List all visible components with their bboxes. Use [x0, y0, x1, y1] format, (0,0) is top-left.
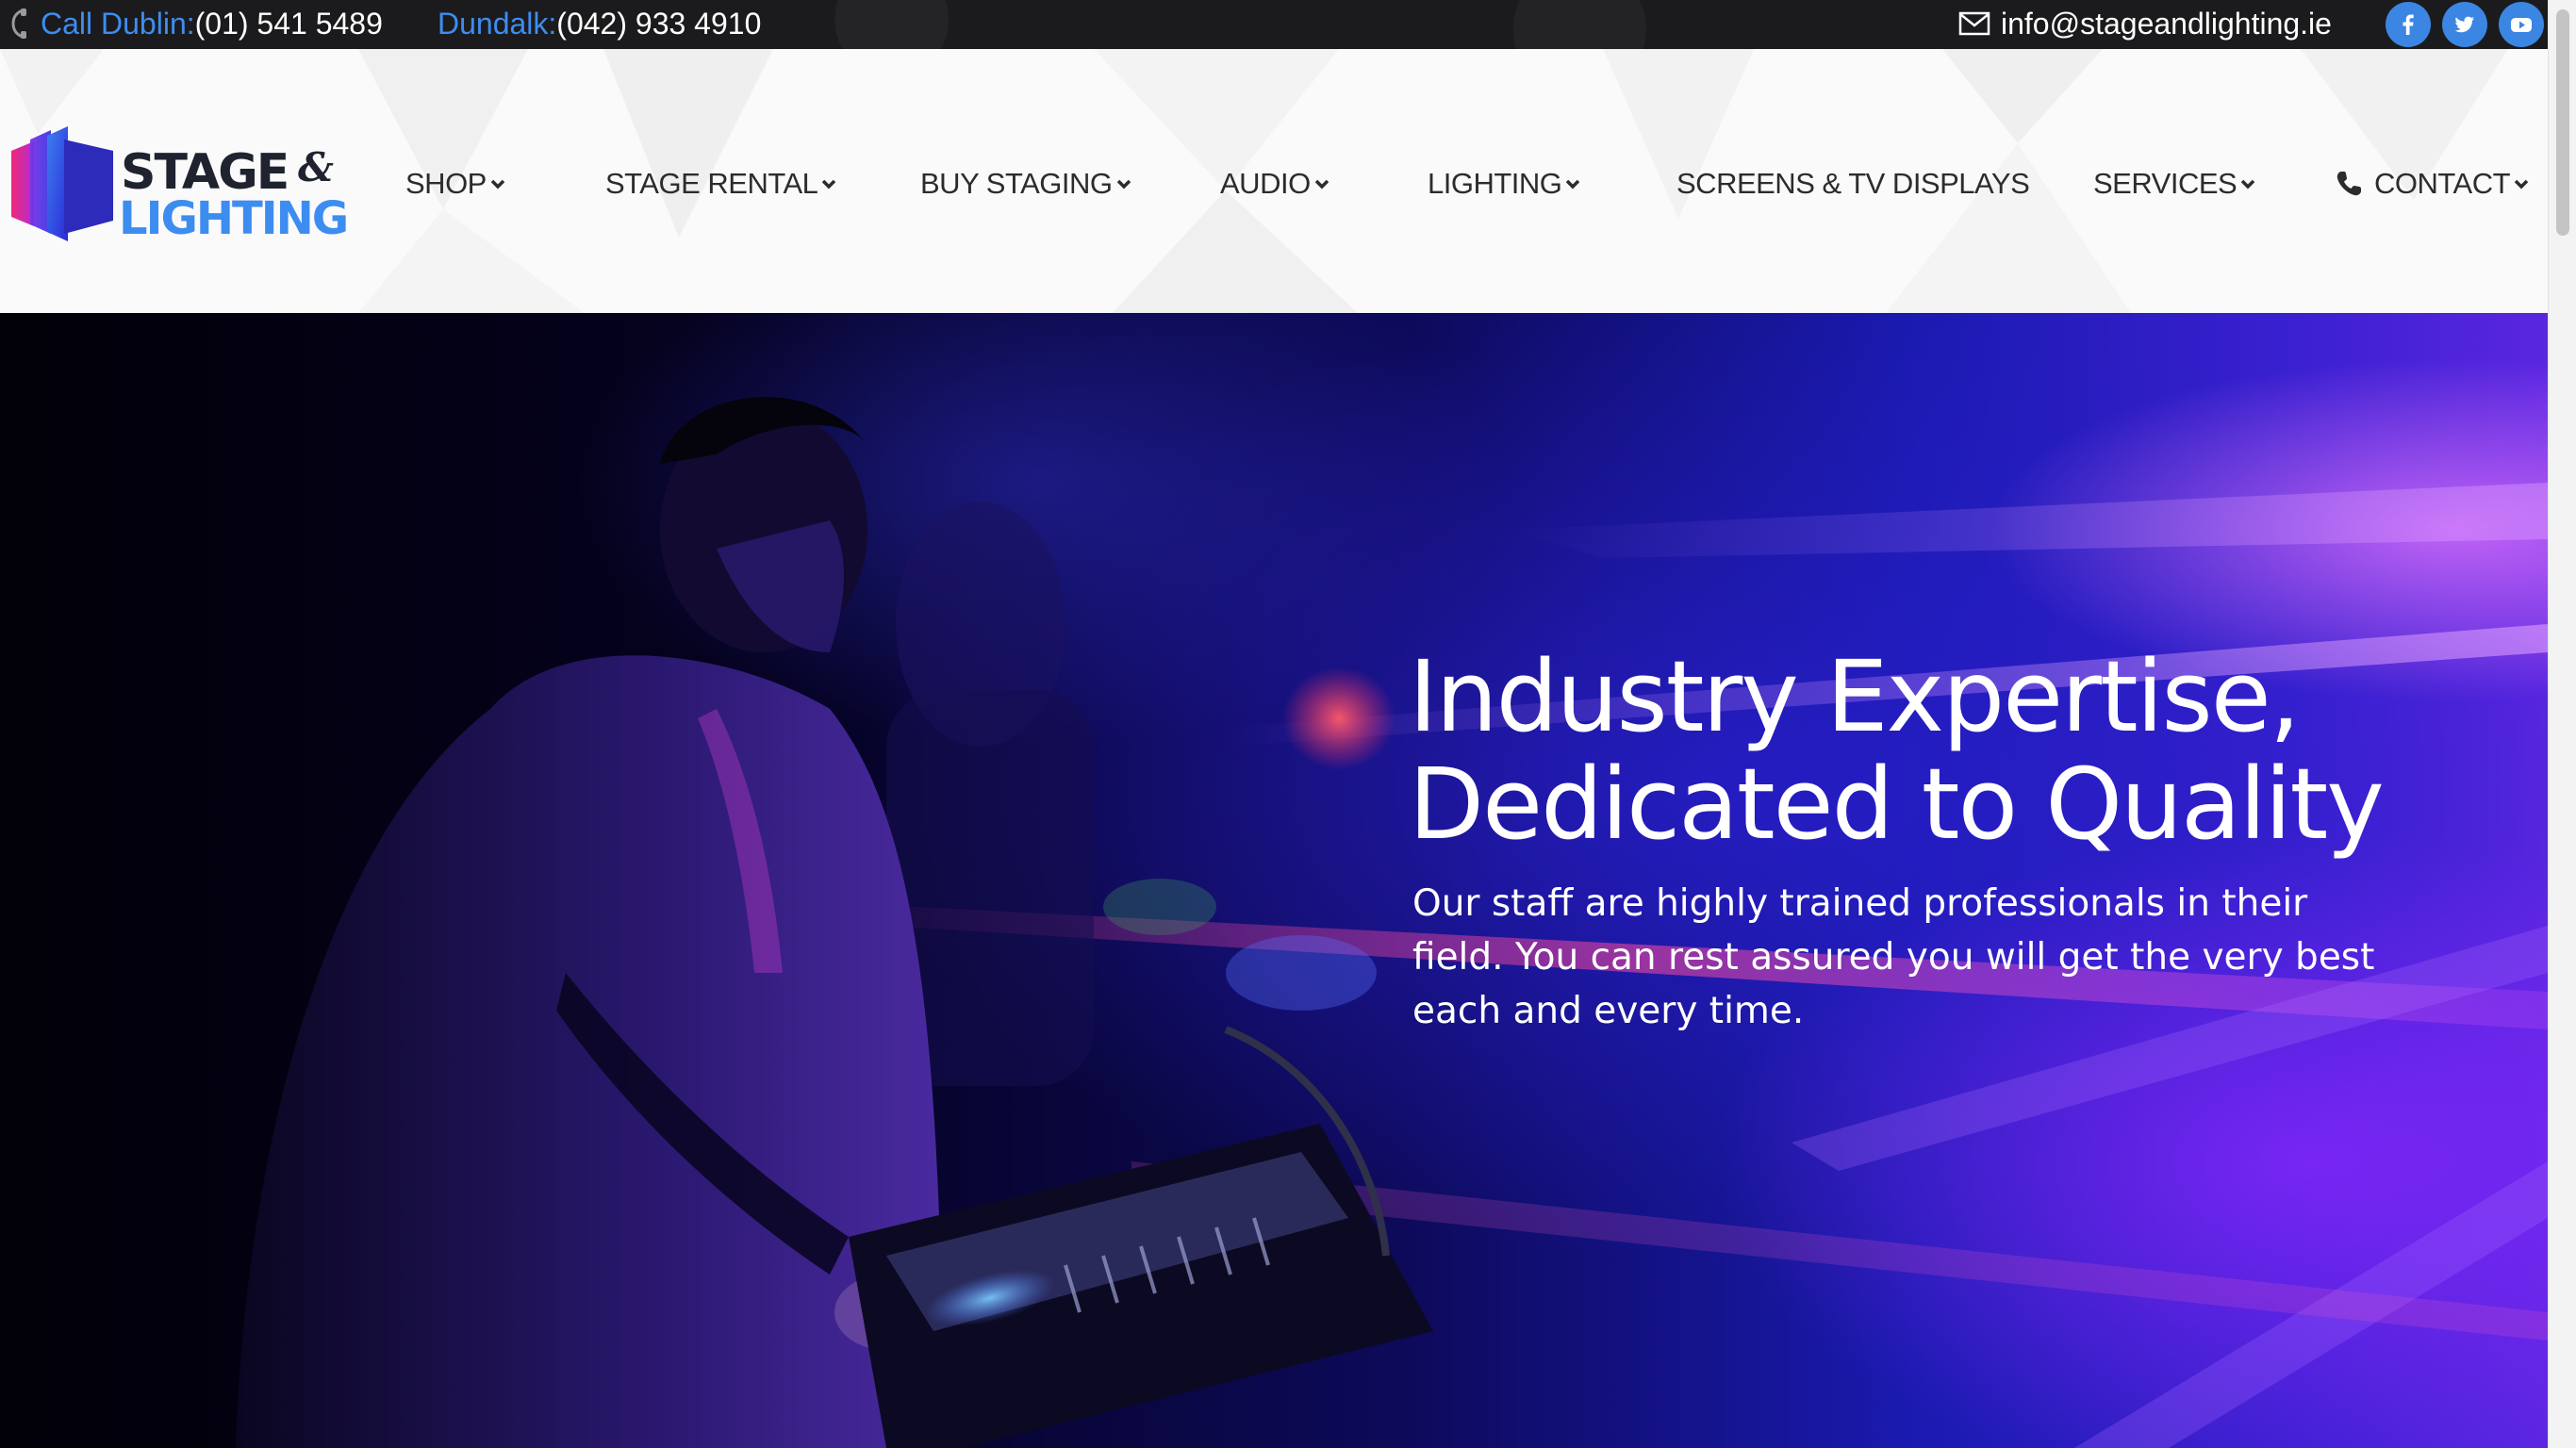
scrollbar-thumb[interactable]	[2556, 9, 2569, 236]
nav-lighting-label: LIGHTING	[1428, 167, 1562, 200]
hero-title-line1: Industry Expertise,	[1409, 639, 2301, 754]
chevron-down-icon	[822, 179, 836, 189]
nav-screens-tv-displays[interactable]: SCREENS & TV DISPLAYS	[1676, 165, 2030, 203]
facebook-button[interactable]	[2386, 2, 2431, 47]
nav-audio[interactable]: AUDIO	[1220, 165, 1329, 203]
nav-stage-rental-label: STAGE RENTAL	[605, 167, 818, 200]
top-bar: Call Dublin:(01) 541 5489 Dundalk:(042) …	[0, 0, 2548, 49]
twitter-icon	[2454, 16, 2474, 33]
dundalk-phone-link[interactable]: Dundalk:(042) 933 4910	[438, 7, 761, 41]
logo-text-lighting: LIGHTING	[119, 192, 347, 243]
nav-contact-label: CONTACT	[2374, 167, 2511, 200]
nav-services[interactable]: SERVICES	[2093, 165, 2255, 203]
page-scrollbar[interactable]	[2548, 0, 2576, 1448]
hero-title: Industry Expertise, Dedicated to Quality	[1409, 643, 2493, 858]
hero-title-line2: Dedicated to Quality	[1409, 747, 2385, 862]
nav-services-label: SERVICES	[2093, 167, 2237, 200]
youtube-button[interactable]	[2499, 2, 2544, 47]
nav-shop-label: SHOP	[405, 167, 487, 200]
dundalk-number: (042) 933 4910	[556, 7, 762, 41]
dundalk-label: Dundalk:	[438, 7, 557, 41]
nav-lighting[interactable]: LIGHTING	[1428, 165, 1580, 203]
chevron-down-icon	[1116, 179, 1131, 189]
nav-buy-staging[interactable]: BUY STAGING	[920, 165, 1131, 203]
hero-banner: Industry Expertise, Dedicated to Quality…	[0, 313, 2548, 1448]
twitter-button[interactable]	[2442, 2, 2487, 47]
site-header: STAGE & LIGHTING SHOP STAGE RENTAL BUY S…	[0, 49, 2548, 313]
hero-subtitle: Our staff are highly trained professiona…	[1412, 882, 2375, 1032]
email-link[interactable]: info@stageandlighting.ie	[2001, 7, 2332, 41]
nav-audio-label: AUDIO	[1220, 167, 1311, 200]
phone-icon	[11, 8, 26, 39]
logo-text-amp: &	[298, 144, 334, 190]
chevron-down-icon	[490, 179, 505, 189]
dublin-label: Call Dublin:	[41, 7, 195, 41]
chevron-down-icon	[2514, 179, 2529, 189]
phone-handset-icon	[2337, 172, 2361, 196]
stage-lighting-logo[interactable]: STAGE & LIGHTING	[9, 123, 349, 243]
facebook-icon	[2403, 14, 2414, 35]
chevron-down-icon	[2240, 179, 2255, 189]
nav-shop[interactable]: SHOP	[405, 165, 505, 203]
nav-buy-staging-label: BUY STAGING	[920, 167, 1113, 200]
envelope-icon	[1958, 11, 1990, 36]
dublin-phone-link[interactable]: Call Dublin:(01) 541 5489	[41, 7, 383, 41]
nav-stage-rental[interactable]: STAGE RENTAL	[605, 165, 836, 203]
youtube-icon	[2511, 18, 2532, 32]
nav-screens-label: SCREENS & TV DISPLAYS	[1676, 167, 2030, 200]
chevron-down-icon	[1314, 179, 1329, 189]
nav-contact[interactable]: CONTACT	[2335, 165, 2529, 203]
dublin-number: (01) 541 5489	[194, 7, 383, 41]
hero-text-block: Industry Expertise, Dedicated to Quality…	[1409, 643, 2493, 1038]
chevron-down-icon	[1566, 179, 1580, 189]
